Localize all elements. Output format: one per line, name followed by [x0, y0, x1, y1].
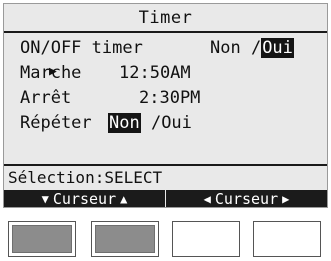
function-button-f3[interactable] — [172, 221, 240, 257]
marche-time-value: 12:50AM — [119, 63, 191, 83]
onoff-timer-value[interactable]: Non /Oui — [210, 37, 294, 59]
triangle-left-icon: ◀ — [203, 192, 211, 206]
onoff-timer-label: ON/OFF timer — [20, 38, 143, 58]
menu-row-onoff-timer[interactable]: ▶ ON/OFF timer Non /Oui — [8, 37, 325, 79]
function-button-row — [0, 221, 331, 257]
function-button-f2[interactable] — [91, 221, 159, 257]
arret-time-value: 2:30PM — [139, 88, 201, 108]
triangle-right-icon: ▶ — [282, 192, 290, 206]
arret-label: Arrêt — [20, 88, 72, 108]
status-text: Sélection:SELECT — [8, 168, 163, 187]
softkey-cursor-vertical[interactable]: ▼ Curseur ▲ — [4, 190, 166, 208]
screen-title: Timer — [138, 7, 193, 28]
onoff-option-non: Non / — [210, 38, 262, 58]
menu-row-repeter[interactable]: Répéter Non /Oui — [8, 112, 325, 134]
softkey-bar: ▼ Curseur ▲ ◀ Curseur ▶ — [4, 190, 327, 208]
triangle-down-icon: ▼ — [41, 192, 49, 206]
status-divider — [4, 164, 327, 166]
menu-row-marche[interactable]: Marche 12:50AM — [8, 62, 325, 84]
lcd-screen: Timer ▶ ON/OFF timer Non /Oui Marche 12:… — [3, 3, 328, 208]
softkey-cursor-horizontal[interactable]: ◀ Curseur ▶ — [166, 190, 327, 208]
repeter-option-oui: /Oui — [140, 113, 192, 133]
triangle-up-icon: ▲ — [120, 192, 128, 206]
softkey-cursor-horizontal-label: Curseur — [214, 190, 279, 208]
repeter-value[interactable]: Non /Oui — [108, 112, 192, 134]
pressed-indicator — [95, 225, 155, 253]
menu-row-arret[interactable]: Arrêt 2:30PM — [8, 87, 325, 109]
marche-label: Marche — [20, 63, 82, 83]
function-button-f4[interactable] — [253, 221, 321, 257]
screen-title-bar: Timer — [4, 4, 327, 33]
onoff-option-oui-selected: Oui — [261, 38, 294, 58]
repeter-label: Répéter — [20, 113, 92, 133]
softkey-cursor-vertical-label: Curseur — [52, 190, 117, 208]
repeter-option-non-selected: Non — [108, 113, 141, 133]
function-button-f1[interactable] — [8, 221, 76, 257]
pressed-indicator — [12, 225, 72, 253]
